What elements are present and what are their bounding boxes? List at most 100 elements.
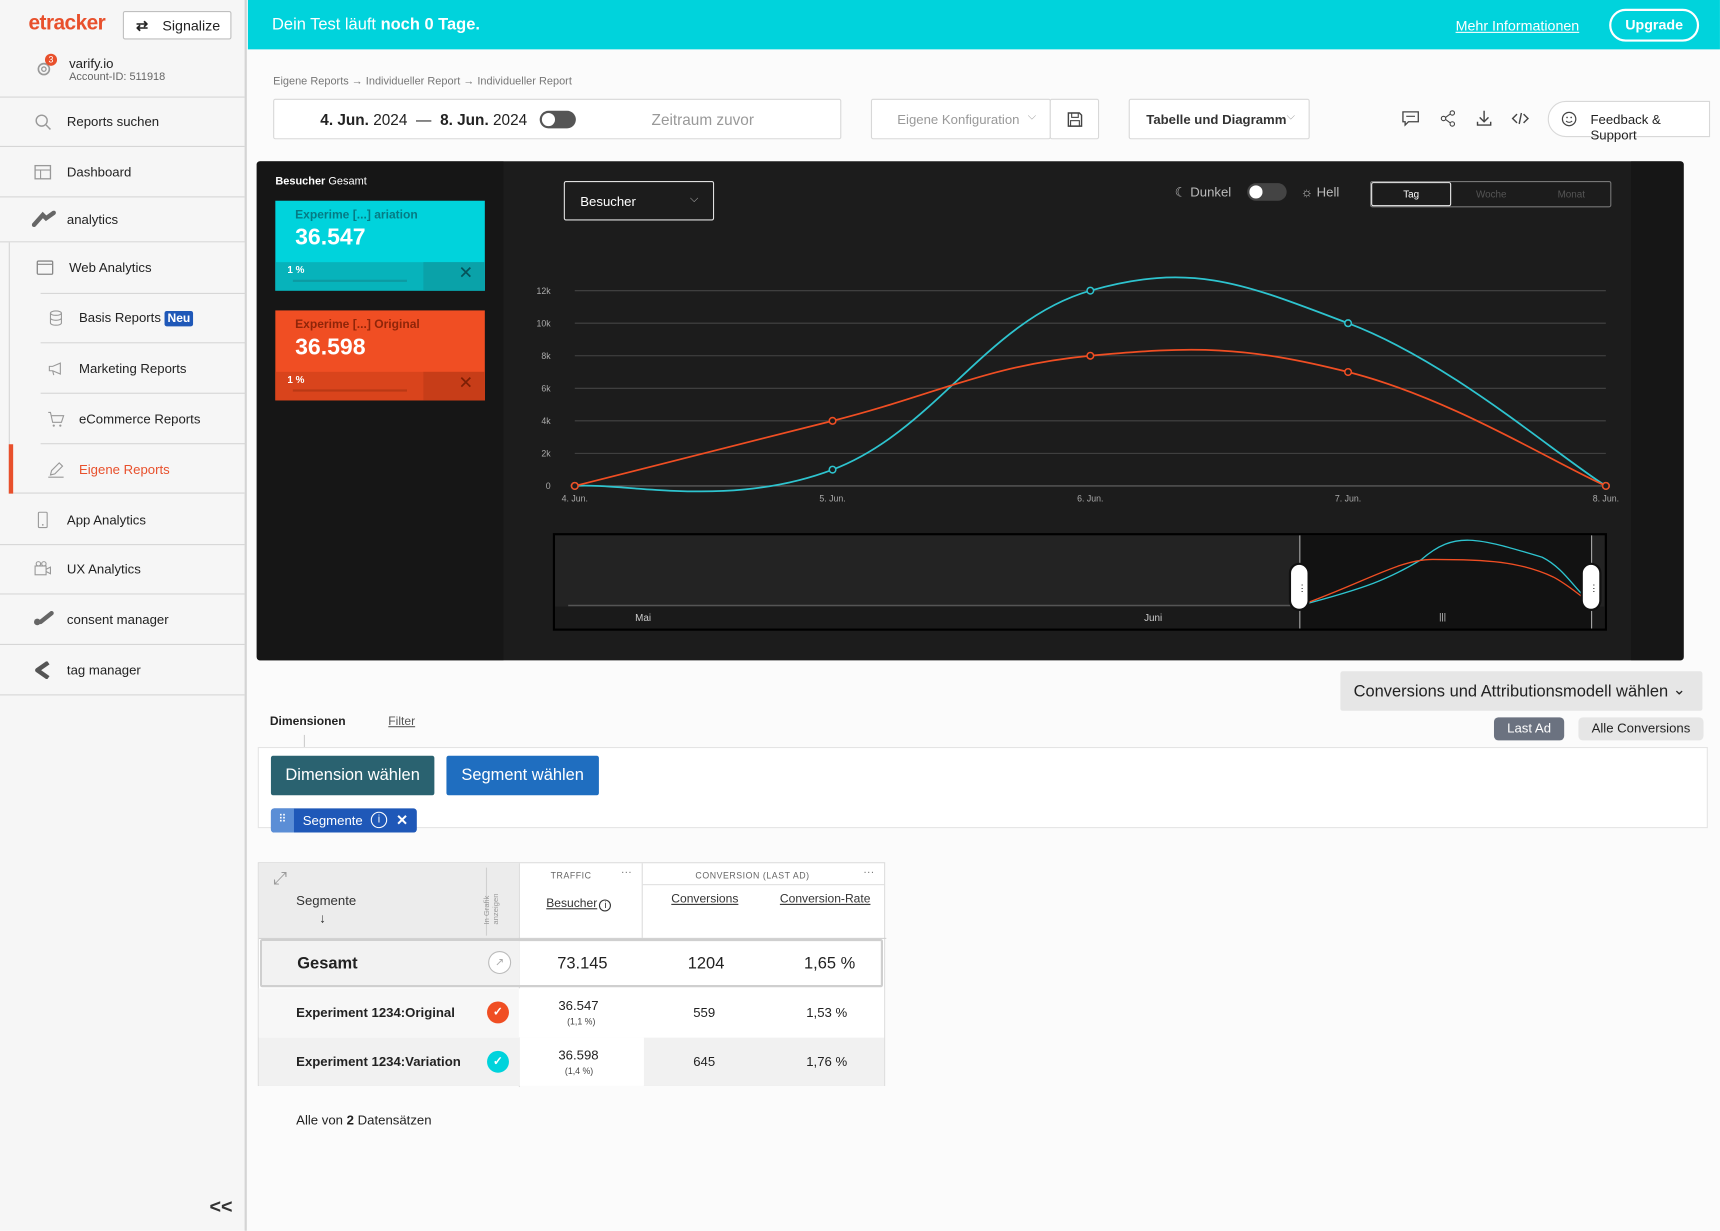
sidebar-item-consent-manager[interactable]: consent manager <box>0 595 245 645</box>
x-tick-label: 5. Jun. <box>819 493 845 503</box>
breadcrumb[interactable]: Eigene Reports → Individueller Report → … <box>273 76 572 88</box>
swap-icon: ⇄ <box>136 17 148 35</box>
table-row[interactable]: Experiment 1234:Variation ✓ 36.598 (1,4 … <box>258 1037 885 1086</box>
chevron-down-icon: ⌵ <box>1027 110 1037 123</box>
segment-chip[interactable]: ⠿ Segmente i ✕ <box>270 808 417 833</box>
compare-label: Zeitraum zuvor <box>651 110 754 129</box>
chart-panel: Besucher Gesamt Experime [...] ariation … <box>256 161 1684 661</box>
segment-column-header[interactable]: Segmente <box>296 893 356 908</box>
cart-icon <box>47 410 65 428</box>
data-point <box>828 416 837 425</box>
y-tick-label: 6k <box>541 384 551 394</box>
active-indicator <box>8 444 14 494</box>
analytics-icon <box>31 210 56 229</box>
notification-badge: 3 <box>44 53 58 66</box>
y-tick-label: 12k <box>537 286 552 296</box>
dashboard-icon <box>34 163 52 181</box>
y-tick-label: 0 <box>546 481 551 491</box>
data-point <box>1344 367 1353 377</box>
check-icon[interactable]: ✓ <box>487 1050 509 1073</box>
data-point <box>1344 319 1353 328</box>
navigator-handle-right[interactable]: ⋮ <box>1580 562 1602 611</box>
data-point <box>1086 286 1095 295</box>
drag-handle-icon[interactable]: ⠿ <box>270 808 294 833</box>
save-config-button[interactable] <box>1049 98 1100 140</box>
dimension-select-button[interactable]: Dimension wählen <box>270 755 435 796</box>
range-navigator[interactable]: ⋮ ⋮ Mai Juni ||| <box>552 533 1607 631</box>
save-icon <box>1067 112 1083 127</box>
more-options-icon[interactable]: ··· <box>621 867 632 879</box>
sidebar-item-ux-analytics[interactable]: UX Analytics <box>0 545 245 595</box>
records-count: Alle von 2 Datensätzen <box>296 1112 432 1128</box>
download-icon[interactable] <box>1475 110 1493 133</box>
all-conversions-button[interactable]: Alle Conversions <box>1578 717 1704 741</box>
chevron-down-icon: ⌵ <box>1286 110 1295 123</box>
more-info-link[interactable]: Mehr Informationen <box>1456 18 1580 34</box>
browser-window-icon <box>36 259 54 277</box>
chevron-down-icon: ⌄ <box>1672 680 1686 698</box>
config-select[interactable]: Eigene Konfiguration ⌵ <box>870 98 1051 140</box>
upgrade-button[interactable]: Upgrade <box>1609 8 1700 42</box>
pencil-icon <box>47 461 65 479</box>
view-select[interactable]: Tabelle und Diagramm ⌵ <box>1128 98 1310 140</box>
conversions-column-header[interactable]: Conversions <box>671 893 738 906</box>
megaphone-icon <box>47 360 65 378</box>
signalize-label: Signalize <box>162 17 221 35</box>
collapse-sidebar-button[interactable]: << <box>210 1196 233 1219</box>
sort-down-icon[interactable]: ↓ <box>319 910 326 925</box>
date-range-picker[interactable]: 4. Jun. 2024 — 8. Jun. 2024 Zeitraum zuv… <box>273 98 842 140</box>
sidebar-item-dashboard[interactable]: Dashboard <box>0 147 245 198</box>
info-icon[interactable]: i <box>370 811 388 829</box>
tab-dimensionen[interactable]: Dimensionen <box>270 715 346 728</box>
y-tick-label: 2k <box>541 449 551 459</box>
y-tick-label: 8k <box>541 351 551 361</box>
data-point <box>1601 481 1610 490</box>
tab-filter[interactable]: Filter <box>388 715 415 728</box>
date-range-text: 4. Jun. 2024 — 8. Jun. 2024 <box>320 110 528 129</box>
sidebar-item-search[interactable]: Reports suchen <box>0 98 245 147</box>
navigator-handle-left[interactable]: ⋮ <box>1288 562 1310 611</box>
y-tick-label: 4k <box>541 416 551 426</box>
sidebar-item-tag-manager[interactable]: tag manager <box>0 645 245 696</box>
sidebar-item-eigene-reports[interactable]: Eigene Reports <box>41 445 246 493</box>
dimension-panel: Dimension wählen Segment wählen ⠿ Segmen… <box>257 746 1708 833</box>
sidebar-item-web-analytics[interactable]: Web Analytics <box>10 242 246 292</box>
account-settings-icon[interactable]: 3 <box>34 53 58 79</box>
chart-toggle-total[interactable]: ↗ <box>488 951 512 975</box>
neu-badge: Neu <box>164 310 194 327</box>
besucher-column-header[interactable]: Besucher <box>546 897 597 910</box>
close-icon[interactable]: ✕ <box>396 812 408 830</box>
table-row-total[interactable]: Gesamt ↗ 73.145 1204 1,65 % <box>259 938 884 988</box>
trial-text: Dein Test läuft noch 0 Tage. <box>272 15 480 35</box>
sidebar-item-app-analytics[interactable]: App Analytics <box>0 495 245 546</box>
expand-icon[interactable]: ⤢ <box>273 870 287 890</box>
comment-icon[interactable] <box>1402 110 1420 133</box>
sidebar-item-ecommerce-reports[interactable]: eCommerce Reports <box>40 395 246 445</box>
sidebar-item-analytics[interactable]: analytics <box>0 197 245 243</box>
traffic-group-header: TRAFFIC <box>550 870 592 881</box>
last-ad-button[interactable]: Last Ad <box>1493 717 1565 741</box>
attribution-select[interactable]: Conversions und Attributionsmodell wähle… <box>1340 671 1703 711</box>
navigator-label-mai: Mai <box>635 612 652 624</box>
check-icon[interactable]: ✓ <box>487 1001 509 1024</box>
sidebar-item-marketing-reports[interactable]: Marketing Reports <box>40 344 246 394</box>
navigator-scrollbar-grip[interactable]: ||| <box>1439 612 1446 622</box>
series-line-0 <box>574 276 1607 493</box>
database-icon <box>47 309 65 327</box>
etracker-logo[interactable]: etracker <box>29 12 106 36</box>
more-options-icon[interactable]: ··· <box>863 867 874 879</box>
data-point <box>1086 351 1095 360</box>
search-icon <box>34 113 52 131</box>
x-tick-label: 7. Jun. <box>1335 493 1361 503</box>
signalize-button[interactable]: ⇄ Signalize <box>122 10 232 40</box>
share-icon[interactable] <box>1439 110 1457 133</box>
segment-select-button[interactable]: Segment wählen <box>446 755 599 796</box>
feedback-support-button[interactable]: Feedback & Support <box>1547 100 1711 143</box>
sidebar-item-basis-reports[interactable]: Basis Reports Neu <box>40 294 246 344</box>
consent-manager-icon <box>32 610 56 628</box>
conversion-rate-column-header[interactable]: Conversion-Rate <box>780 893 871 906</box>
info-icon[interactable]: i <box>599 899 612 912</box>
code-embed-icon[interactable] <box>1511 110 1530 133</box>
table-row[interactable]: Experiment 1234:Original ✓ 36.547 (1,1 %… <box>258 988 885 1038</box>
compare-toggle[interactable] <box>539 110 576 129</box>
